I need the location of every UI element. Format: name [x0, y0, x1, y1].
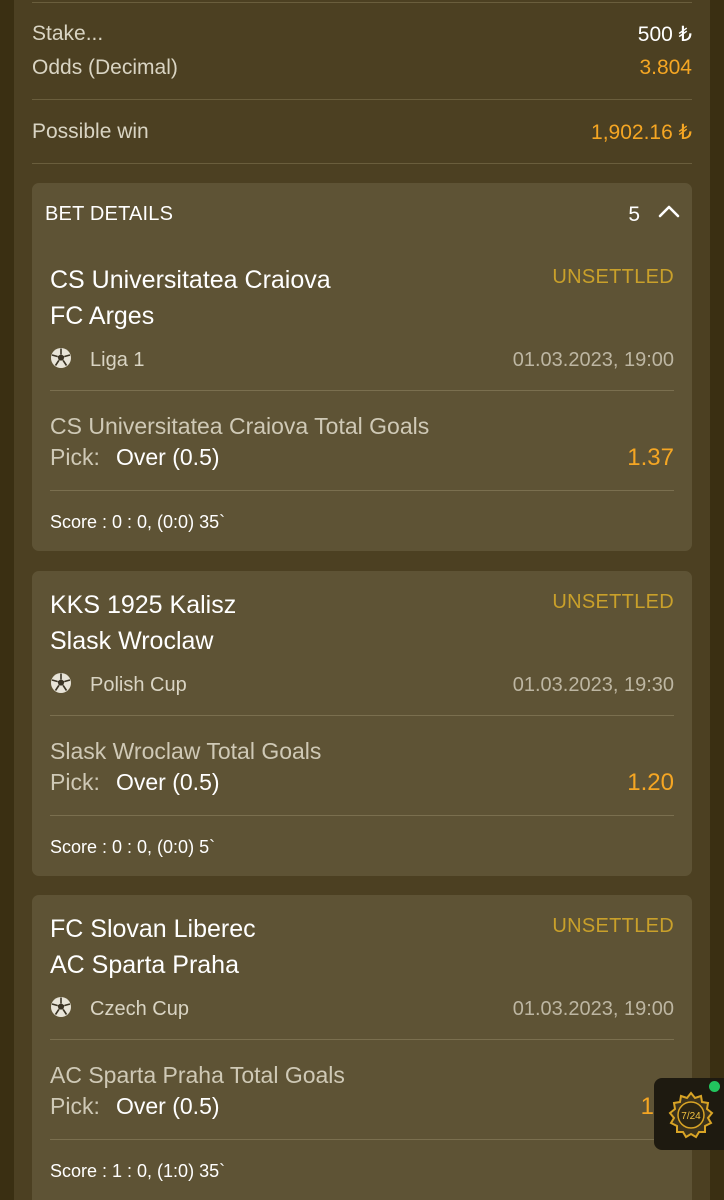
team-home: CS Universitatea Craiova [50, 266, 331, 294]
odds-value: 3.804 [639, 56, 692, 79]
pick-value: Over (0.5) [116, 1093, 220, 1119]
status-badge: UNSETTLED [552, 591, 674, 613]
bet-card: KKS 1925 Kalisz UNSETTLED Slask Wroclaw … [32, 571, 692, 876]
pick-label: Pick: [50, 1093, 100, 1119]
soccer-ball-icon [51, 673, 71, 693]
soccer-ball-icon [51, 348, 71, 368]
divider [50, 1039, 674, 1040]
online-status-dot [709, 1081, 720, 1092]
bet-details-count: 5 [628, 203, 640, 226]
stake-label: Stake... [32, 22, 104, 45]
live-score: Score : 1 : 0, (1:0) 35` [50, 1161, 226, 1181]
divider [50, 715, 674, 716]
league-name: Czech Cup [90, 998, 189, 1020]
market-name: CS Universitatea Craiova Total Goals [50, 413, 430, 439]
bet-slip-panel: Stake... 500 ₺ Odds (Decimal) 3.804 Poss… [14, 0, 710, 1200]
event-datetime: 01.03.2023, 19:30 [512, 674, 674, 696]
pick-odd: 1.20 [627, 769, 674, 796]
pick-odd: 1.37 [627, 444, 674, 471]
team-home: KKS 1925 Kalisz [50, 591, 237, 619]
bet-card: FC Slovan Liberec UNSETTLED AC Sparta Pr… [32, 895, 692, 1200]
team-home: FC Slovan Liberec [50, 915, 256, 943]
divider [50, 1139, 674, 1140]
status-badge: UNSETTLED [552, 266, 674, 288]
support-badge-text: 7/24 [681, 1111, 701, 1122]
league-name: Polish Cup [90, 674, 187, 696]
odds-label: Odds (Decimal) [32, 56, 178, 79]
bet-card: CS Universitatea Craiova UNSETTLED FC Ar… [32, 243, 692, 551]
market-name: Slask Wroclaw Total Goals [50, 738, 322, 764]
stake-value: 500 ₺ [637, 23, 692, 46]
market-name: AC Sparta Praha Total Goals [50, 1062, 345, 1088]
live-score: Score : 0 : 0, (0:0) 5` [50, 837, 216, 857]
bet-details-header[interactable]: BET DETAILS 5 [32, 183, 692, 243]
divider [50, 390, 674, 391]
divider [50, 815, 674, 816]
divider [32, 2, 692, 3]
bet-details-title: BET DETAILS [45, 203, 174, 225]
divider [32, 99, 692, 100]
event-datetime: 01.03.2023, 19:00 [512, 349, 674, 371]
pick-value: Over (0.5) [116, 769, 220, 795]
possible-win-row: Possible win 1,902.16 ₺ [32, 120, 692, 146]
status-badge: UNSETTLED [552, 915, 674, 937]
pick-label: Pick: [50, 769, 100, 795]
live-score: Score : 0 : 0, (0:0) 35` [50, 512, 226, 532]
chevron-up-icon[interactable] [658, 203, 680, 219]
possible-win-value: 1,902.16 ₺ [591, 121, 692, 144]
divider [50, 490, 674, 491]
team-away: Slask Wroclaw [50, 627, 214, 655]
divider [32, 163, 692, 164]
support-badge-button[interactable]: 7/24 [654, 1078, 724, 1150]
pick-value: Over (0.5) [116, 444, 220, 470]
odds-row: Odds (Decimal) 3.804 [32, 56, 692, 82]
pick-label: Pick: [50, 444, 100, 470]
league-name: Liga 1 [90, 349, 145, 371]
event-datetime: 01.03.2023, 19:00 [512, 998, 674, 1020]
possible-win-label: Possible win [32, 120, 149, 143]
soccer-ball-icon [51, 997, 71, 1017]
stake-row: Stake... 500 ₺ [32, 22, 692, 48]
support-badge-icon: 7/24 [668, 1091, 714, 1139]
team-away: FC Arges [50, 302, 155, 330]
team-away: AC Sparta Praha [50, 951, 239, 979]
